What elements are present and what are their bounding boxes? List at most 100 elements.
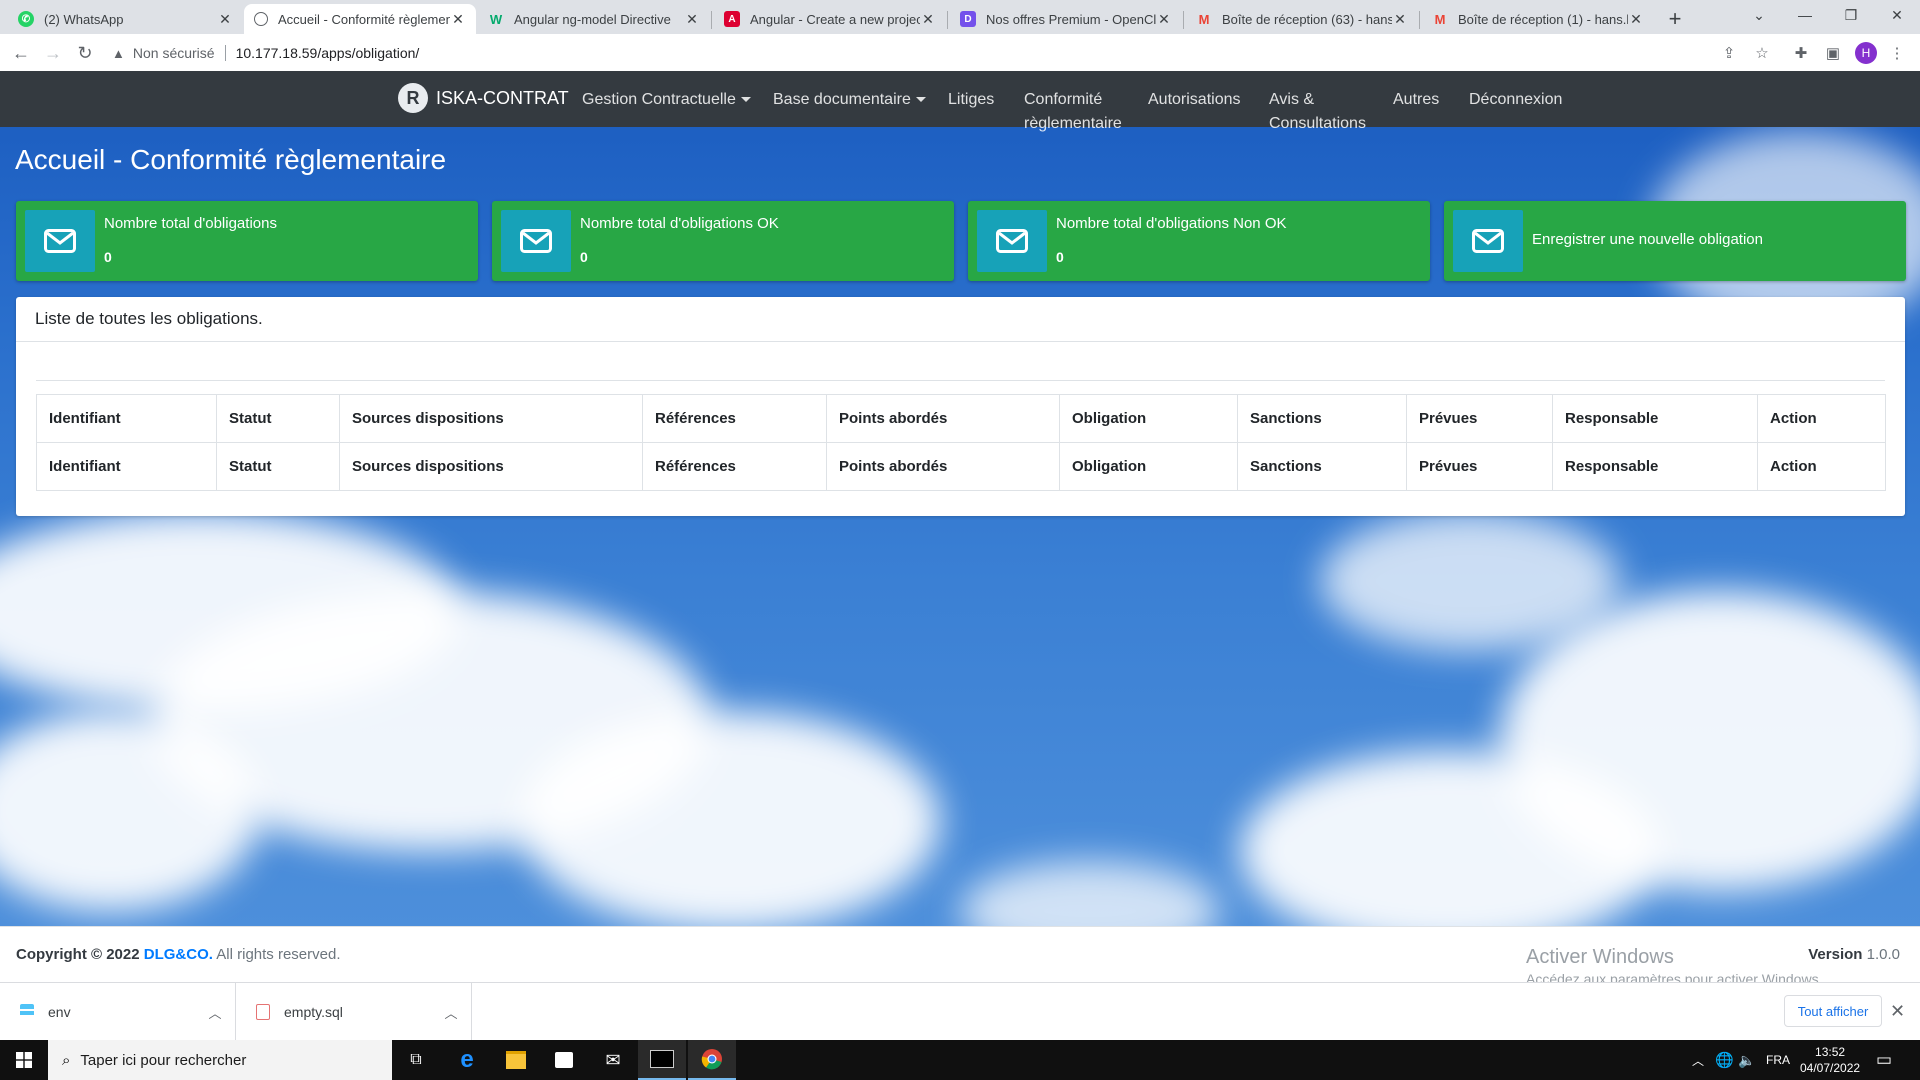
stat-value: 0	[104, 249, 112, 265]
nav-label: Autorisations	[1148, 91, 1241, 108]
browser-tab[interactable]: M Boîte de réception (63) - hansco ✕	[1186, 4, 1418, 34]
show-all-button[interactable]: Tout afficher	[1784, 995, 1882, 1027]
column-header[interactable]: Responsable	[1552, 394, 1758, 443]
profile-avatar[interactable]: H	[1855, 42, 1877, 64]
close-tab-icon[interactable]: ✕	[450, 11, 466, 28]
tab-separator	[711, 11, 712, 29]
system-clock[interactable]: 13:52 04/07/2022	[1800, 1044, 1860, 1076]
store-shape	[555, 1052, 573, 1068]
nav-avis-consultations[interactable]: Avis & Consultations	[1269, 88, 1366, 136]
column-header[interactable]: Obligation	[1059, 394, 1238, 443]
reload-icon[interactable]: ↻	[72, 40, 98, 66]
browser-tab[interactable]: A Angular - Create a new project ✕	[714, 4, 946, 34]
column-header[interactable]: Identifiant	[36, 394, 217, 443]
column-footer: Sanctions	[1237, 442, 1407, 491]
browser-tab-active[interactable]: Accueil - Conformité règlementaire ✕	[244, 4, 476, 34]
star-icon[interactable]: ☆	[1749, 40, 1775, 66]
windows-start-icon[interactable]	[0, 1040, 48, 1080]
extensions-icon[interactable]: ✚	[1788, 40, 1814, 66]
column-header[interactable]: Sources dispositions	[339, 394, 643, 443]
edge-icon[interactable]: e	[443, 1040, 491, 1080]
share-icon[interactable]: ⇪	[1716, 40, 1742, 66]
mail-icon[interactable]: ✉	[589, 1040, 637, 1080]
network-icon[interactable]: 🌐	[1715, 1040, 1734, 1080]
column-header[interactable]: Points abordés	[826, 394, 1060, 443]
terminal-icon[interactable]	[638, 1040, 686, 1080]
tray-chevron-icon[interactable]: ︿	[1692, 1040, 1704, 1080]
nav-deconnexion[interactable]: Déconnexion	[1469, 88, 1562, 112]
nav-litiges[interactable]: Litiges	[948, 88, 994, 112]
nav-base-documentaire[interactable]: Base documentaire	[773, 88, 926, 112]
close-tab-icon[interactable]: ✕	[1628, 11, 1644, 28]
terminal-shape	[650, 1050, 674, 1068]
tab-title: Angular - Create a new project	[750, 11, 920, 27]
tab-title: (2) WhatsApp	[44, 11, 124, 27]
store-icon[interactable]	[540, 1040, 588, 1080]
close-tab-icon[interactable]: ✕	[684, 11, 700, 28]
column-footer: Action	[1757, 442, 1886, 491]
top-navbar: R ISKA-CONTRAT Gestion Contractuelle Bas…	[0, 71, 1920, 132]
volume-icon[interactable]: 🔈	[1738, 1040, 1755, 1080]
minimize-icon[interactable]: —	[1782, 0, 1828, 30]
nav-gestion-contractuelle[interactable]: Gestion Contractuelle	[582, 88, 751, 112]
nav-label-line2: Consultations	[1269, 115, 1366, 132]
close-tab-icon[interactable]: ✕	[1392, 11, 1408, 28]
close-icon[interactable]: ✕	[1890, 1001, 1905, 1022]
column-footer: Responsable	[1552, 442, 1758, 491]
chevron-up-icon[interactable]: ︿	[195, 1003, 235, 1022]
column-header[interactable]: Prévues	[1406, 394, 1553, 443]
tab-search-icon[interactable]: ⌄	[1736, 0, 1782, 30]
envelope-icon	[25, 210, 95, 272]
nav-conformite[interactable]: Conformité règlementaire	[1024, 88, 1122, 136]
new-tab-button[interactable]: +	[1660, 4, 1690, 34]
column-footer: Identifiant	[36, 442, 217, 491]
gmail-icon: M	[1434, 11, 1446, 27]
column-footer: Points abordés	[826, 442, 1060, 491]
tab-title: Boîte de réception (1) - hans.kou	[1458, 11, 1628, 27]
menu-icon[interactable]: ⋮	[1884, 40, 1910, 66]
browser-tab[interactable]: ✆ (2) WhatsApp ✕	[8, 4, 243, 34]
browser-tab[interactable]: D Nos offres Premium - OpenClassrooms ✕	[950, 4, 1182, 34]
nav-label: Avis &	[1269, 91, 1315, 108]
close-tab-icon[interactable]: ✕	[217, 11, 233, 28]
back-icon[interactable]: ←	[8, 40, 34, 66]
forward-icon[interactable]: →	[40, 40, 66, 66]
file-explorer-icon[interactable]	[492, 1040, 540, 1080]
tab-separator	[1183, 11, 1184, 29]
company-link[interactable]: DLG&CO.	[144, 946, 213, 963]
download-item[interactable]: env ︿	[0, 983, 236, 1041]
sidepanel-icon[interactable]: ▣	[1820, 40, 1846, 66]
nav-label: Autres	[1393, 91, 1440, 108]
task-view-icon[interactable]: ⧉	[392, 1040, 440, 1080]
nav-label: Base documentaire	[773, 91, 911, 108]
nav-label: Conformité	[1024, 91, 1103, 108]
close-window-icon[interactable]: ✕	[1874, 0, 1920, 30]
column-header[interactable]: Action	[1757, 394, 1886, 443]
download-item[interactable]: empty.sql ︿	[236, 983, 472, 1041]
url-field[interactable]: ▲ Non sécurisé 10.177.18.59/apps/obligat…	[112, 42, 419, 64]
column-header[interactable]: Statut	[216, 394, 340, 443]
new-obligation-button[interactable]: Enregistrer une nouvelle obligation	[1444, 201, 1906, 281]
notifications-icon[interactable]: ▭	[1876, 1040, 1892, 1080]
warning-icon: ▲	[112, 45, 125, 61]
nav-autorisations[interactable]: Autorisations	[1148, 88, 1241, 112]
browser-tab[interactable]: W Angular ng-model Directive ✕	[478, 4, 710, 34]
column-footer: Références	[642, 442, 827, 491]
close-tab-icon[interactable]: ✕	[920, 11, 936, 28]
browser-tabstrip: ✆ (2) WhatsApp ✕ Accueil - Conformité rè…	[0, 0, 1920, 34]
browser-tab[interactable]: M Boîte de réception (1) - hans.kou ✕	[1422, 4, 1654, 34]
taskbar-search[interactable]: ⌕ Taper ici pour rechercher	[48, 1040, 392, 1080]
brand-link[interactable]: R ISKA-CONTRAT	[398, 83, 569, 113]
nav-autres[interactable]: Autres	[1393, 88, 1439, 112]
stat-card-non-ok: Nombre total d'obligations Non OK 0	[968, 201, 1430, 281]
column-header[interactable]: Références	[642, 394, 827, 443]
language-indicator[interactable]: FRA	[1766, 1040, 1790, 1080]
chrome-icon[interactable]	[688, 1040, 736, 1080]
tab-title: Boîte de réception (63) - hansco	[1222, 11, 1392, 27]
close-tab-icon[interactable]: ✕	[1156, 11, 1172, 28]
nav-label: Litiges	[948, 91, 995, 108]
chevron-up-icon[interactable]: ︿	[431, 1003, 471, 1022]
clock-date: 04/07/2022	[1800, 1061, 1861, 1075]
restore-icon[interactable]: ❐	[1828, 0, 1874, 30]
column-header[interactable]: Sanctions	[1237, 394, 1407, 443]
